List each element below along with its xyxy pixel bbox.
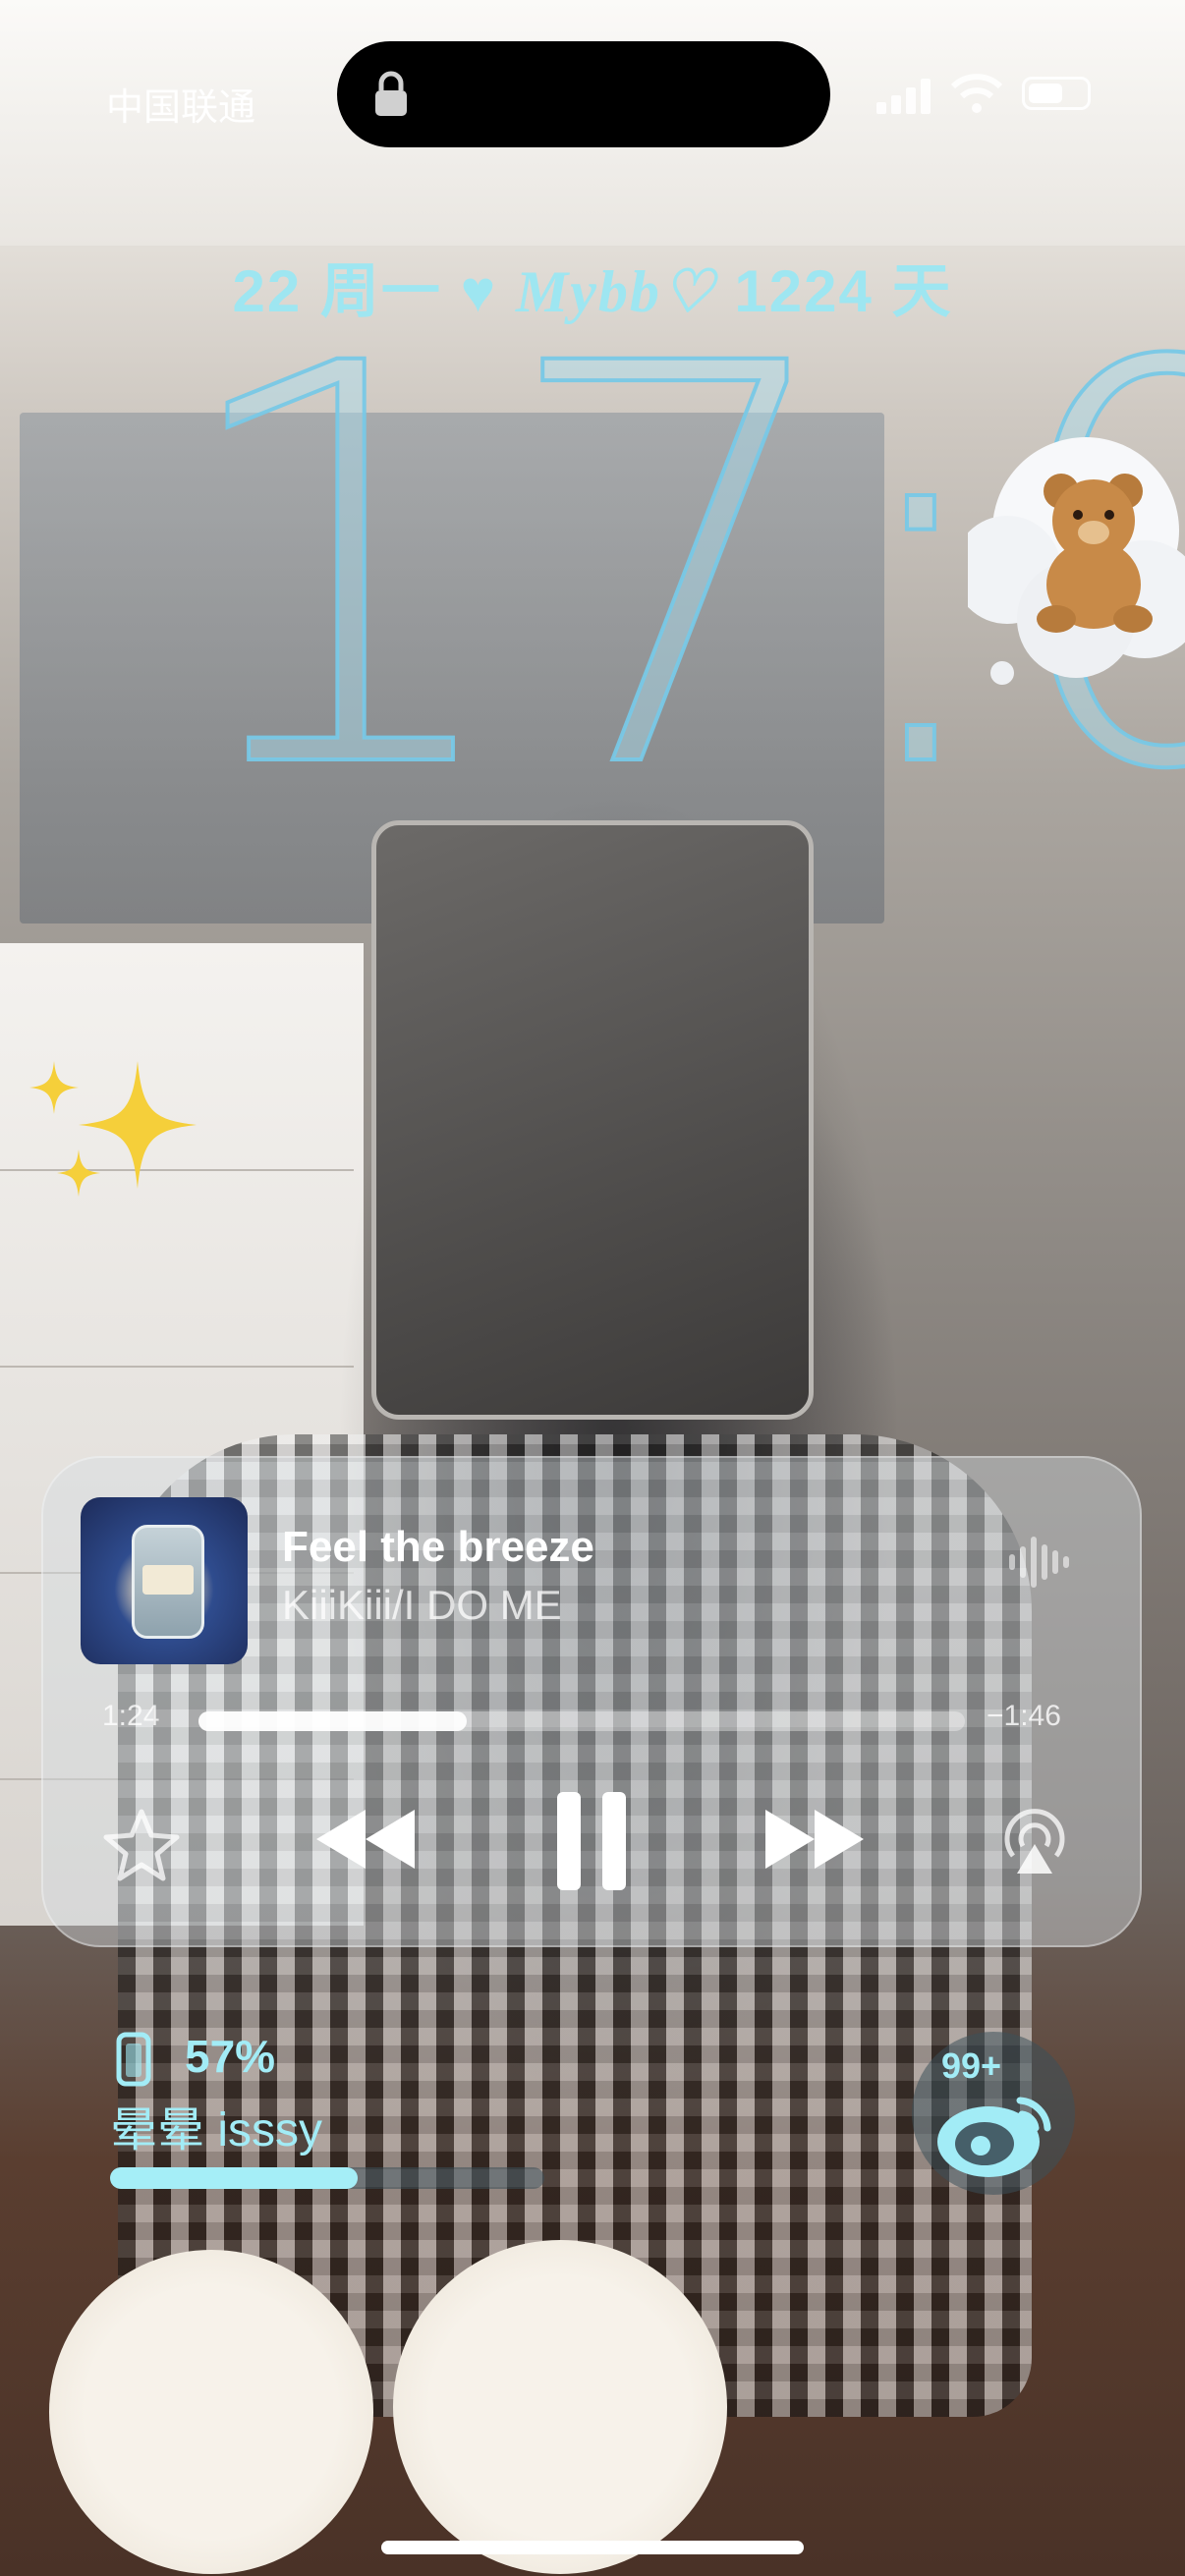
wallpaper-slipper-right [393, 2240, 727, 2574]
home-indicator[interactable] [381, 2541, 804, 2554]
teddy-bear-cloud-sticker [968, 437, 1185, 685]
weibo-notification-badge: 99+ [941, 2045, 1002, 2086]
pause-icon[interactable] [552, 1790, 631, 1892]
remaining-time: −1:46 [987, 1700, 1061, 1732]
phone-battery-icon [116, 2032, 151, 2087]
wallpaper-slipper-left [49, 2250, 373, 2574]
airplay-icon[interactable] [999, 1805, 1070, 1876]
lock-icon [375, 71, 407, 116]
playback-scrubber[interactable] [198, 1711, 965, 1731]
carrier-label: 中国联通 [106, 87, 256, 129]
song-title: Feel the breeze [282, 1523, 594, 1571]
playback-progress-fill [198, 1711, 467, 1731]
battery-level-bar [110, 2167, 544, 2189]
now-playing-widget[interactable]: Feel the breeze KiiiKiii/I DO ME 1:24 −1… [41, 1456, 1142, 1947]
weibo-icon [937, 2097, 1051, 2177]
cellular-signal-icon [876, 79, 931, 114]
song-artist: KiiiKiii/I DO ME [282, 1582, 562, 1628]
elapsed-time: 1:24 [102, 1700, 160, 1732]
star-icon[interactable] [102, 1808, 181, 1882]
album-artwork[interactable] [81, 1497, 248, 1664]
battery-icon [1022, 77, 1091, 110]
battery-percentage: 57% [185, 2031, 276, 2082]
album-art-jar [132, 1525, 204, 1639]
wallpaper-tablet [371, 820, 814, 1420]
dynamic-island [337, 41, 830, 147]
sparkles-sticker [29, 1061, 197, 1197]
fast-forward-icon[interactable] [761, 1805, 869, 1874]
waveform-icon [1009, 1537, 1069, 1588]
battery-device-name: 晕晕 isssy [110, 2104, 323, 2156]
battery-level-fill [110, 2167, 358, 2189]
wifi-icon [951, 74, 1002, 113]
lock-screen-clock: 17:08 [165, 250, 1185, 890]
weibo-widget[interactable]: 99+ [912, 2032, 1075, 2195]
rewind-icon[interactable] [311, 1805, 420, 1874]
